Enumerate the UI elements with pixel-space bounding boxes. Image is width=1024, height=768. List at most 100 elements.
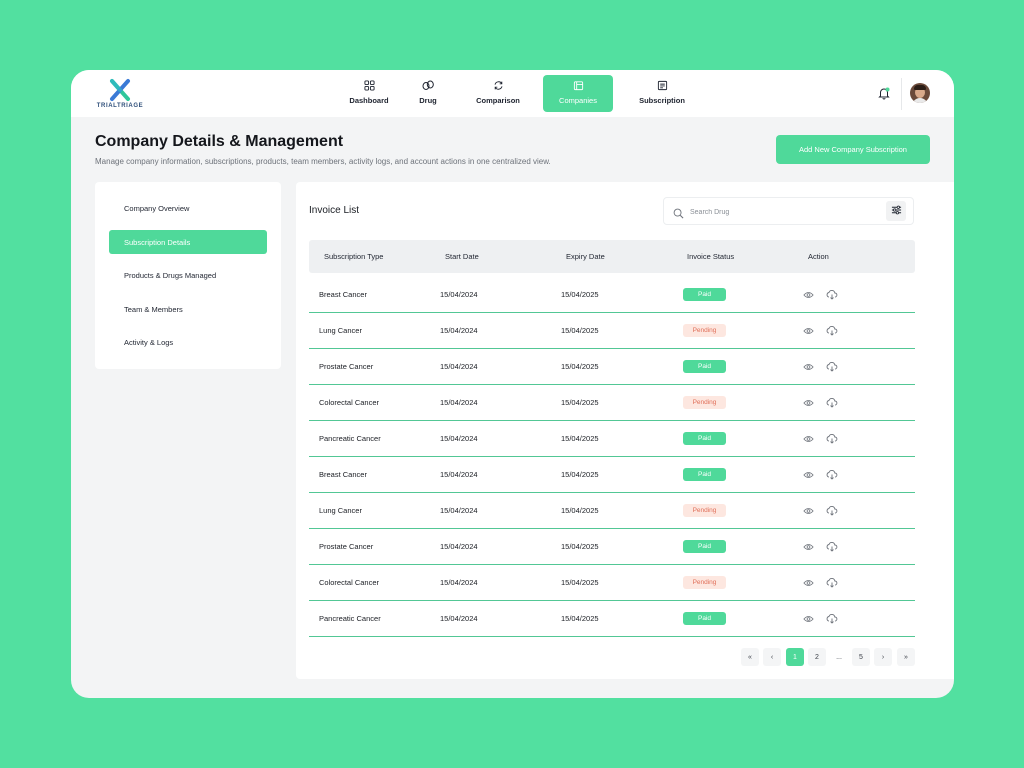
status-badge: Paid xyxy=(683,540,726,553)
download-cloud-icon[interactable] xyxy=(826,577,838,589)
sidebar-item-team-members[interactable]: Team & Members xyxy=(109,297,267,321)
nav-companies[interactable]: Companies xyxy=(543,75,613,112)
cell-invoice-status: Pending xyxy=(683,493,726,528)
column-header: Action xyxy=(808,252,829,261)
first-page-button[interactable]: « xyxy=(741,648,759,666)
cell-expiry-date: 15/04/2025 xyxy=(561,470,599,479)
pills-icon xyxy=(407,80,449,92)
cell-expiry-date: 15/04/2025 xyxy=(561,326,599,335)
cell-start-date: 15/04/2024 xyxy=(440,506,478,515)
cell-subscription-type: Lung Cancer xyxy=(319,506,362,515)
page-subtitle: Manage company information, subscription… xyxy=(95,157,551,166)
cell-invoice-status: Pending xyxy=(683,385,726,420)
building-icon xyxy=(543,80,613,92)
filter-button[interactable] xyxy=(886,201,906,221)
download-cloud-icon[interactable] xyxy=(826,397,838,409)
sidebar-item-subscription-details[interactable]: Subscription Details xyxy=(109,230,267,254)
nav-subscription[interactable]: Subscription xyxy=(631,75,693,112)
cell-invoice-status: Pending xyxy=(683,313,726,348)
cell-expiry-date: 15/04/2025 xyxy=(561,290,599,299)
page-ellipsis: ... xyxy=(836,653,842,661)
last-page-button[interactable]: » xyxy=(897,648,915,666)
nav-dashboard[interactable]: Dashboard xyxy=(333,75,405,112)
view-eye-icon[interactable] xyxy=(802,361,814,373)
sidebar-item-products-drugs[interactable]: Products & Drugs Managed xyxy=(109,263,267,287)
cell-invoice-status: Paid xyxy=(683,277,726,312)
table-row: Colorectal Cancer 15/04/2024 15/04/2025 Pen… xyxy=(309,385,915,421)
section-sidebar: Company Overview Subscription Details Pr… xyxy=(95,182,281,369)
nav-drug[interactable]: Drug xyxy=(407,75,449,112)
download-cloud-icon[interactable] xyxy=(826,469,838,481)
page-button[interactable]: 2 xyxy=(808,648,826,666)
nav-label: Comparison xyxy=(476,96,520,105)
column-header: Expiry Date xyxy=(566,252,605,261)
sidebar-item-company-overview[interactable]: Company Overview xyxy=(109,196,267,220)
search-box xyxy=(663,197,914,225)
view-eye-icon[interactable] xyxy=(802,289,814,301)
cell-subscription-type: Breast Cancer xyxy=(319,290,367,299)
page-title: Company Details & Management xyxy=(95,133,344,150)
prev-page-button[interactable]: ‹ xyxy=(763,648,781,666)
download-cloud-icon[interactable] xyxy=(826,505,838,517)
view-eye-icon[interactable] xyxy=(802,577,814,589)
brand-logo[interactable]: TRIALTRIAGE xyxy=(94,78,146,112)
add-company-subscription-button[interactable]: Add New Company Subscription xyxy=(776,135,930,164)
download-cloud-icon[interactable] xyxy=(826,361,838,373)
download-cloud-icon[interactable] xyxy=(826,613,838,625)
view-eye-icon[interactable] xyxy=(802,613,814,625)
status-badge: Paid xyxy=(683,360,726,373)
sidebar-item-activity-logs[interactable]: Activity & Logs xyxy=(109,330,267,354)
view-eye-icon[interactable] xyxy=(802,505,814,517)
cell-subscription-type: Pancreatic Cancer xyxy=(319,434,381,443)
view-eye-icon[interactable] xyxy=(802,397,814,409)
page-button[interactable]: 5 xyxy=(852,648,870,666)
table-row: Breast Cancer 15/04/2024 15/04/2025 Paid xyxy=(309,277,915,313)
download-cloud-icon[interactable] xyxy=(826,541,838,553)
cell-subscription-type: Prostate Cancer xyxy=(319,542,374,551)
cell-subscription-type: Lung Cancer xyxy=(319,326,362,335)
cell-invoice-status: Paid xyxy=(683,349,726,384)
sidebar-item-label: Subscription Details xyxy=(124,237,191,247)
nav-label: Drug xyxy=(419,96,437,105)
cell-subscription-type: Prostate Cancer xyxy=(319,362,374,371)
cell-start-date: 15/04/2024 xyxy=(440,614,478,623)
bell-icon[interactable] xyxy=(877,86,891,100)
cell-expiry-date: 15/04/2025 xyxy=(561,434,599,443)
status-badge: Paid xyxy=(683,288,726,301)
page-button[interactable]: 1 xyxy=(786,648,804,666)
cell-subscription-type: Breast Cancer xyxy=(319,470,367,479)
divider xyxy=(901,78,902,110)
table-row: Prostate Cancer 15/04/2024 15/04/2025 Paid xyxy=(309,529,915,565)
grid-icon xyxy=(333,80,405,92)
view-eye-icon[interactable] xyxy=(802,433,814,445)
cell-expiry-date: 15/04/2025 xyxy=(561,578,599,587)
status-badge: Pending xyxy=(683,504,726,517)
cell-start-date: 15/04/2024 xyxy=(440,434,478,443)
cell-invoice-status: Paid xyxy=(683,529,726,564)
nav-comparison[interactable]: Comparison xyxy=(470,75,526,112)
search-input[interactable] xyxy=(690,204,870,220)
status-badge: Pending xyxy=(683,324,726,337)
next-page-button[interactable]: › xyxy=(874,648,892,666)
sidebar-item-label: Team & Members xyxy=(124,304,183,314)
download-cloud-icon[interactable] xyxy=(826,433,838,445)
sidebar-item-label: Company Overview xyxy=(124,203,190,213)
download-cloud-icon[interactable] xyxy=(826,325,838,337)
app-window: TRIALTRIAGE Dashboard Drug Comparison Co… xyxy=(71,70,954,698)
sidebar-item-label: Activity & Logs xyxy=(124,337,174,347)
table-row: Colorectal Cancer 15/04/2024 15/04/2025 Pen… xyxy=(309,565,915,601)
invoice-list-title: Invoice List xyxy=(309,205,360,216)
cell-start-date: 15/04/2024 xyxy=(440,470,478,479)
download-cloud-icon[interactable] xyxy=(826,289,838,301)
column-header: Subscription Type xyxy=(324,252,384,261)
table-row: Prostate Cancer 15/04/2024 15/04/2025 Paid xyxy=(309,349,915,385)
view-eye-icon[interactable] xyxy=(802,325,814,337)
search-icon xyxy=(673,206,684,224)
user-avatar[interactable] xyxy=(910,83,930,103)
cell-start-date: 15/04/2024 xyxy=(440,362,478,371)
cell-invoice-status: Paid xyxy=(683,457,726,492)
column-header: Start Date xyxy=(445,252,479,261)
view-eye-icon[interactable] xyxy=(802,541,814,553)
view-eye-icon[interactable] xyxy=(802,469,814,481)
cell-expiry-date: 15/04/2025 xyxy=(561,614,599,623)
